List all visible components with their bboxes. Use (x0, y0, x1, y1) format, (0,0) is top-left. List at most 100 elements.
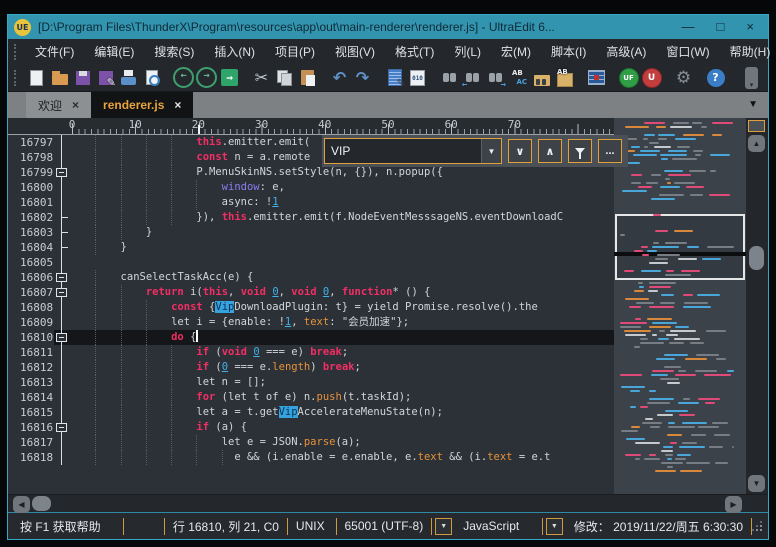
settings-icon[interactable] (673, 67, 694, 88)
code-line[interactable]: 16813let n = []; (8, 375, 614, 390)
code-line[interactable]: 16803} (8, 225, 614, 240)
nav-back-icon[interactable] (173, 67, 194, 88)
fold-minus-icon[interactable] (56, 273, 67, 282)
code-editor[interactable]: 010203040506070 16797this.emitter.emit(1… (8, 118, 614, 494)
horizontal-scroll-thumb[interactable] (32, 496, 51, 511)
menubar-grip[interactable] (14, 44, 18, 60)
code-line[interactable]: 16809let i = {enable: !1, text: "会员加速"}; (8, 315, 614, 330)
find-next-icon[interactable] (485, 67, 506, 88)
tab-close-icon[interactable]: × (72, 98, 79, 112)
menu-a[interactable]: 高级(A) (596, 39, 656, 64)
fold-minus-icon[interactable] (56, 168, 67, 177)
fold-toggle[interactable] (54, 165, 70, 180)
code-line[interactable]: 16810do { (8, 330, 614, 345)
save-icon[interactable] (72, 67, 93, 88)
menu-m[interactable]: 宏(M) (491, 39, 541, 64)
horizontal-scrollbar[interactable]: ◀ ▶ (8, 494, 768, 512)
redo-icon[interactable] (352, 67, 373, 88)
minimize-button[interactable]: — (682, 16, 695, 38)
find-prev-button[interactable]: ∧ (538, 139, 562, 163)
code-line[interactable]: 16800window: e, (8, 180, 614, 195)
language-dropdown-icon[interactable]: ▼ (546, 518, 563, 535)
code-line[interactable]: 16808const {VipDownloadPlugin: t} = yiel… (8, 300, 614, 315)
fold-toggle[interactable] (54, 330, 70, 345)
ultracompare-icon[interactable] (618, 67, 639, 88)
code-line[interactable]: 16811if (void 0 === e) break; (8, 345, 614, 360)
vertical-scrollbar[interactable]: ▲ ▼ (746, 118, 768, 494)
scrollbar-top-button[interactable] (748, 120, 765, 132)
fold-toggle[interactable] (54, 270, 70, 285)
menu-e[interactable]: 编辑(E) (84, 39, 144, 64)
tab---[interactable]: 欢迎× (26, 92, 91, 118)
scroll-left-icon[interactable]: ◀ (13, 496, 30, 513)
menu-l[interactable]: 列(L) (444, 39, 491, 64)
tab-list-dropdown-icon[interactable]: ▼ (748, 99, 758, 110)
minimap[interactable] (614, 118, 746, 494)
new-file-icon[interactable] (26, 67, 47, 88)
menu-t[interactable]: 格式(T) (385, 39, 444, 64)
print-preview-icon[interactable] (141, 67, 162, 88)
undo-icon[interactable] (329, 67, 350, 88)
menu-w[interactable]: 窗口(W) (656, 39, 719, 64)
encoding-dropdown-icon[interactable]: ▼ (435, 518, 452, 535)
find-filter-button[interactable] (568, 139, 592, 163)
menu-i[interactable]: 脚本(I) (541, 39, 596, 64)
scroll-up-icon[interactable]: ▲ (748, 135, 765, 152)
scroll-down-icon[interactable]: ▼ (748, 475, 765, 492)
menu-f[interactable]: 文件(F) (25, 39, 84, 64)
menu-h[interactable]: 帮助(H) (720, 39, 776, 64)
goto-icon[interactable] (219, 67, 240, 88)
cut-icon[interactable] (251, 67, 272, 88)
close-button[interactable]: × (746, 16, 754, 38)
code-line[interactable]: 16804} (8, 240, 614, 255)
vertical-scroll-thumb[interactable] (749, 246, 764, 270)
char-table-icon[interactable] (586, 67, 607, 88)
find-dropdown-icon[interactable]: ▼ (481, 139, 501, 163)
find-prev-icon[interactable] (462, 67, 483, 88)
find-more-button[interactable]: ... (598, 139, 622, 163)
hex-mode-icon[interactable] (407, 67, 428, 88)
scroll-right-icon[interactable]: ▶ (725, 496, 742, 513)
tab-close-icon[interactable]: × (174, 98, 181, 112)
toolbar-overflow-icon[interactable]: ▾ (745, 67, 758, 89)
menu-p[interactable]: 项目(P) (265, 39, 325, 64)
copy-icon[interactable] (274, 67, 295, 88)
paste-icon[interactable] (297, 67, 318, 88)
find-input[interactable]: VIP (325, 144, 481, 158)
help-icon[interactable] (705, 67, 726, 88)
code-line[interactable]: 16817let e = JSON.parse(a); (8, 435, 614, 450)
fold-toggle[interactable] (54, 285, 70, 300)
resize-grip[interactable] (752, 521, 762, 531)
print-icon[interactable] (118, 67, 139, 88)
find-combobox[interactable]: VIP ▼ (324, 138, 502, 164)
code-line[interactable]: 16799P.MenuSkinNS.setStyle(n, {}), n.pop… (8, 165, 614, 180)
open-folder-icon[interactable] (49, 67, 70, 88)
column-mode-icon[interactable] (384, 67, 405, 88)
code-line[interactable]: 16814for (let t of e) n.push(t.taskId); (8, 390, 614, 405)
replace-icon[interactable] (508, 67, 529, 88)
code-line[interactable]: 16805 (8, 255, 614, 270)
fold-minus-icon[interactable] (56, 333, 67, 342)
menu-s[interactable]: 搜索(S) (144, 39, 204, 64)
save-as-icon[interactable] (95, 67, 116, 88)
menu-v[interactable]: 视图(V) (325, 39, 385, 64)
maximize-button[interactable]: □ (717, 16, 725, 38)
ultraedit-icon[interactable] (641, 67, 662, 88)
code-line[interactable]: 16806canSelectTaskAcc(e) { (8, 270, 614, 285)
code-line[interactable]: 16802}), this.emitter.emit(f.NodeEventMe… (8, 210, 614, 225)
tab-renderer-js[interactable]: renderer.js× (91, 92, 193, 118)
toolbar-grip[interactable] (14, 70, 18, 86)
code-line[interactable]: 16815let a = t.getVipAccelerateMenuState… (8, 405, 614, 420)
code-line[interactable]: 16818e && (i.enable = e.enable, e.text &… (8, 450, 614, 465)
fold-toggle[interactable] (54, 420, 70, 435)
replace-in-files-icon[interactable] (554, 67, 575, 88)
code-line[interactable]: 16801async: !1 (8, 195, 614, 210)
code-line[interactable]: 16812if (0 === e.length) break; (8, 360, 614, 375)
nav-forward-icon[interactable] (196, 67, 217, 88)
code-line[interactable]: 16816if (a) { (8, 420, 614, 435)
fold-minus-icon[interactable] (56, 288, 67, 297)
find-next-button[interactable]: ∨ (508, 139, 532, 163)
fold-minus-icon[interactable] (56, 423, 67, 432)
menu-n[interactable]: 插入(N) (204, 39, 265, 64)
find-icon[interactable] (439, 67, 460, 88)
